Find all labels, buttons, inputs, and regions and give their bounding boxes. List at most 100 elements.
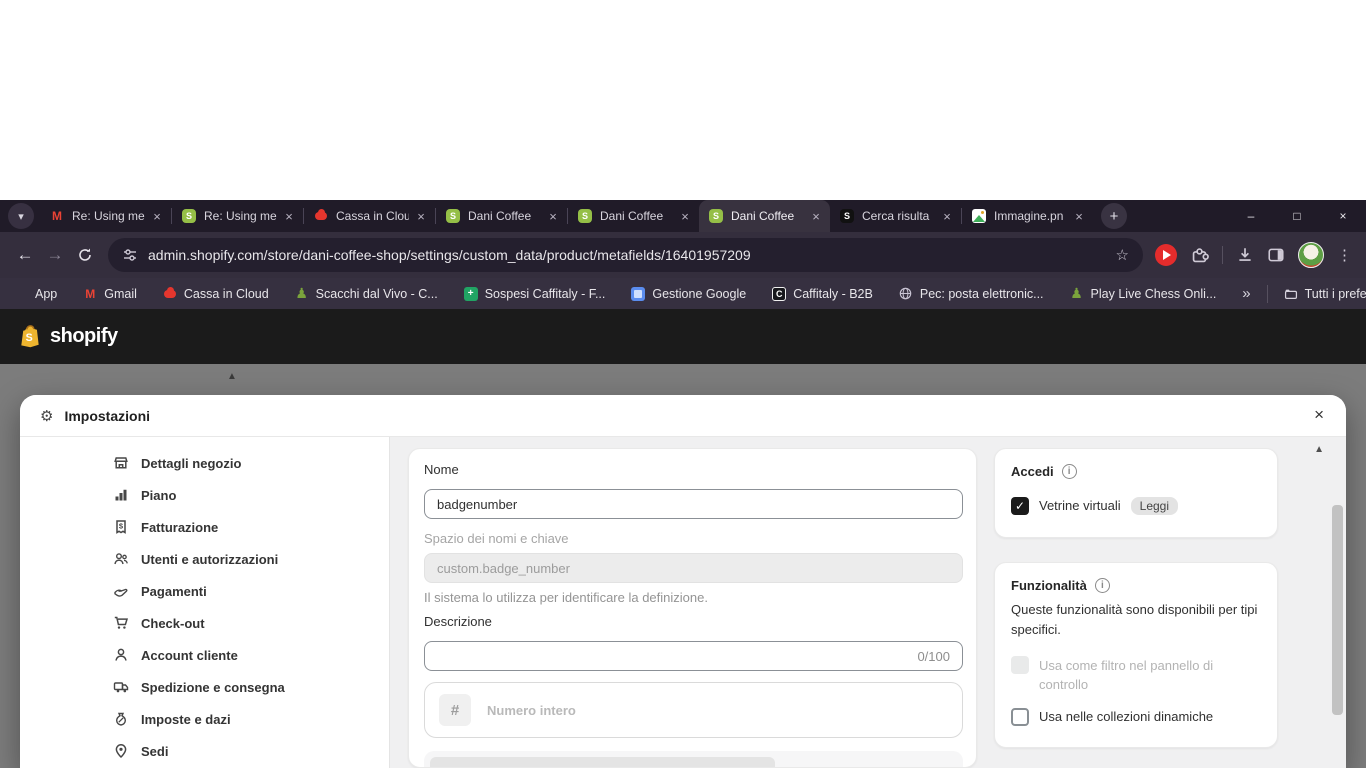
bookmark-item[interactable]: M Gmail <box>83 287 137 301</box>
checkmark-icon: ✓ <box>1014 498 1026 513</box>
modal-scroll-up-icon[interactable]: ▲ <box>1314 444 1324 455</box>
modal-close-icon[interactable]: × <box>1314 405 1324 425</box>
shopify-bag-icon: S <box>21 325 39 348</box>
info-icon[interactable]: i <box>1061 464 1077 479</box>
bookmark-label: Caffitaly - B2B <box>793 286 873 301</box>
reload-icon <box>79 248 91 261</box>
store-icon <box>112 455 129 472</box>
tab-close-icon[interactable]: × <box>677 209 693 224</box>
plan-icon <box>112 487 129 504</box>
users-icon <box>112 551 129 568</box>
cassa-in-cloud-icon <box>163 286 177 301</box>
bookmark-label: Scacchi dal Vivo - C... <box>315 286 438 301</box>
shopify-logo[interactable]: S shopify <box>16 323 118 350</box>
browser-tab[interactable]: M Re: Using me × <box>40 200 171 232</box>
back-button[interactable]: ← <box>10 240 40 270</box>
browser-tab[interactable]: S Dani Coffee × <box>436 200 567 232</box>
tab-close-icon[interactable]: × <box>281 209 297 224</box>
cart-icon <box>112 615 129 632</box>
all-bookmarks-button[interactable]: Tutti i preferiti <box>1284 287 1366 301</box>
sidebar-item-pagamenti[interactable]: Pagamenti <box>20 575 390 607</box>
sidebar-item-fatturazione[interactable]: $ Fatturazione <box>20 511 390 543</box>
storefronts-checkbox[interactable]: ✓ <box>1011 496 1029 515</box>
browser-tab[interactable]: Immagine.pn × <box>962 200 1093 232</box>
bookmark-label: Play Live Chess Onli... <box>1090 286 1217 301</box>
bookmark-item[interactable]: Pec: posta elettronic... <box>899 287 1044 301</box>
forward-button[interactable]: → <box>40 240 70 270</box>
sidebar-item-label: Imposte e dazi <box>141 711 231 727</box>
new-tab-button[interactable]: + <box>1101 203 1127 229</box>
bookmark-item[interactable]: + Sospesi Caffitaly - F... <box>463 286 605 301</box>
bookmark-item[interactable]: ♟ Play Live Chess Onli... <box>1070 285 1217 301</box>
info-icon[interactable]: i <box>1094 578 1110 593</box>
shopify-wordmark: shopify <box>50 325 118 347</box>
browser-tab[interactable]: S Cerca risulta × <box>830 200 961 232</box>
page-scroll-up-indicator[interactable]: ▲ <box>224 371 240 382</box>
bookmark-item[interactable]: ♟ Scacchi dal Vivo - C... <box>295 285 438 301</box>
profile-avatar[interactable] <box>1298 242 1324 268</box>
integer-type-icon: # <box>439 694 471 726</box>
url-text[interactable]: admin.shopify.com/store/dani-coffee-shop… <box>148 247 1116 263</box>
sidebar-item-piano[interactable]: Piano <box>20 479 390 511</box>
features-title: Funzionalità <box>1011 578 1087 593</box>
toolbar-extensions: ⋮ <box>1151 242 1366 268</box>
sidebar-item-utenti-e-autorizzazioni[interactable]: Utenti e autorizzazioni <box>20 543 390 575</box>
extensions-puzzle-icon[interactable] <box>1190 246 1209 265</box>
chess-pawn-icon: ♟ <box>1070 285 1083 301</box>
download-icon[interactable] <box>1236 246 1254 264</box>
browser-tab[interactable]: S Re: Using me × <box>172 200 303 232</box>
youtube-extension-icon[interactable] <box>1155 244 1177 266</box>
tab-close-icon[interactable]: × <box>413 209 429 224</box>
tab-close-icon[interactable]: × <box>1071 209 1087 224</box>
bookmarks-divider <box>1266 284 1268 303</box>
window-close-button[interactable]: × <box>1320 200 1366 232</box>
sidebar-item-sedi[interactable]: Sedi <box>20 735 390 767</box>
browser-tab[interactable]: Cassa in Clou × <box>304 200 435 232</box>
modal-scrollbar-thumb[interactable] <box>1332 505 1343 715</box>
bookmark-item[interactable]: C Caffitaly - B2B <box>772 286 873 301</box>
browser-tab-active[interactable]: S Dani Coffee × <box>699 200 830 232</box>
tab-close-icon[interactable]: × <box>808 209 824 224</box>
bookmark-item[interactable]: Cassa in Cloud <box>163 286 269 301</box>
site-info-icon[interactable] <box>122 247 138 263</box>
scroll-up-icon: ▲ <box>227 371 237 382</box>
modal-title: Impostazioni <box>64 407 151 424</box>
side-panel-icon[interactable] <box>1267 246 1285 264</box>
sidebar-item-imposte-e-dazi[interactable]: Imposte e dazi <box>20 703 390 735</box>
window-maximize-button[interactable]: □ <box>1274 200 1320 232</box>
name-input[interactable]: badgenumber <box>424 489 963 519</box>
cassa-in-cloud-favicon-icon <box>314 209 328 223</box>
browser-menu-icon[interactable]: ⋮ <box>1337 246 1352 264</box>
bookmark-star-icon[interactable]: ☆ <box>1116 246 1129 264</box>
payments-icon <box>112 583 129 600</box>
tab-label: Dani Coffee <box>731 209 795 223</box>
spreadsheet-icon: + <box>463 286 478 301</box>
shopify-favicon-icon: S <box>578 209 592 223</box>
sidebar-item-spedizione-e-consegna[interactable]: Spedizione e consegna <box>20 671 390 703</box>
billing-icon: $ <box>112 519 129 536</box>
shopify-topbar: S shopify Cerca Ctrl K Dani Coffee Shop … <box>0 309 1366 669</box>
tab-close-icon[interactable]: × <box>149 209 165 224</box>
bookmarks-overflow-icon[interactable]: » <box>1242 285 1250 302</box>
bookmark-item[interactable]: Gestione Google <box>631 286 746 301</box>
storefronts-option-row: ✓ Vetrine virtuali Leggi <box>1011 496 1261 515</box>
tab-close-icon[interactable]: × <box>939 209 955 224</box>
window-minimize-button[interactable]: – <box>1228 200 1274 232</box>
address-bar[interactable]: admin.shopify.com/store/dani-coffee-shop… <box>108 238 1143 272</box>
customer-icon <box>112 647 129 664</box>
filter-option-row: Usa come filtro nel pannello di controll… <box>1011 656 1261 694</box>
sidebar-item-label: Fatturazione <box>141 519 219 535</box>
content-type-selector[interactable]: # Numero intero <box>424 682 963 738</box>
collections-checkbox[interactable] <box>1011 707 1029 726</box>
reload-button[interactable] <box>70 240 100 270</box>
bookmark-item[interactable]: App <box>14 287 57 301</box>
tab-close-icon[interactable]: × <box>545 209 561 224</box>
tab-search-button[interactable]: ▾ <box>8 203 34 229</box>
description-input[interactable]: 0/100 <box>424 641 963 671</box>
browser-tab[interactable]: S Dani Coffee × <box>568 200 699 232</box>
sidebar-item-account-cliente[interactable]: Account cliente <box>20 639 390 671</box>
sidebar-item-dettagli-negozio[interactable]: Dettagli negozio <box>20 447 390 479</box>
sidebar-item-check-out[interactable]: Check-out <box>20 607 390 639</box>
bookmark-label: Pec: posta elettronic... <box>919 286 1044 301</box>
collections-option-row: Usa nelle collezioni dinamiche <box>1011 707 1261 726</box>
